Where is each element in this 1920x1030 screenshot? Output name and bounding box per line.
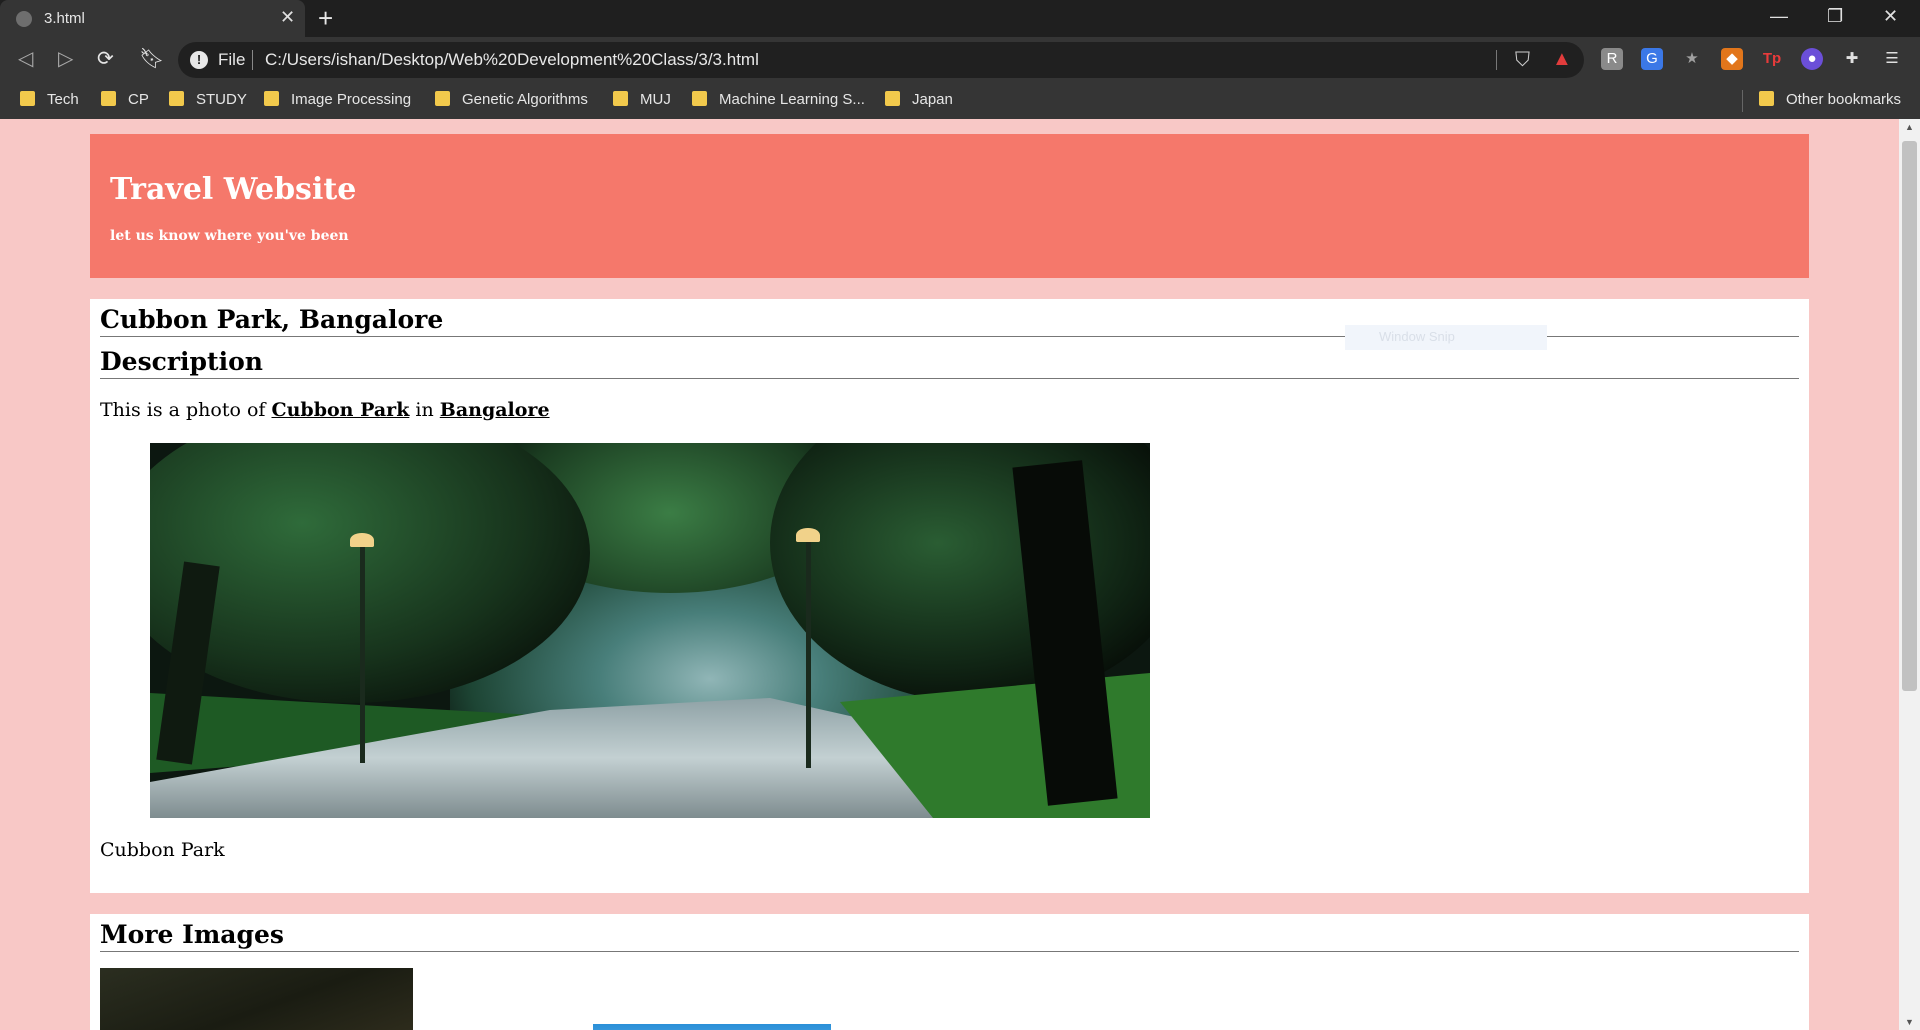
- more-images-card: More Images: [90, 914, 1809, 1030]
- tab-strip: 3.html ✕ + — ❐ ✕: [0, 0, 1920, 37]
- bookmark-folder[interactable]: Japan: [885, 91, 953, 108]
- folder-icon: [264, 91, 279, 106]
- park-photo: [150, 443, 1150, 818]
- tab-active[interactable]: 3.html ✕: [0, 0, 305, 37]
- extension-icon[interactable]: ●: [1801, 48, 1823, 70]
- snip-overlay: Window Snip: [1345, 325, 1547, 350]
- scroll-down-icon[interactable]: ▼: [1905, 1017, 1914, 1027]
- new-tab-icon[interactable]: +: [318, 3, 333, 34]
- gallery-image: [593, 1024, 831, 1030]
- photo-caption: Cubbon Park: [100, 839, 225, 861]
- bookmarks-bar: Tech CP STUDY Image Processing Genetic A…: [0, 82, 1920, 119]
- bangalore-link[interactable]: Bangalore: [440, 399, 550, 421]
- cubbon-park-link[interactable]: Cubbon Park: [271, 399, 409, 421]
- reload-icon[interactable]: ⟳: [97, 46, 114, 71]
- bookmark-folder[interactable]: Tech: [20, 91, 79, 108]
- scrollbar[interactable]: ▲ ▼: [1899, 119, 1920, 1030]
- bookmark-folder[interactable]: Machine Learning S...: [692, 91, 865, 108]
- folder-icon: [169, 91, 184, 106]
- scroll-up-icon[interactable]: ▲: [1905, 122, 1914, 132]
- description-text: This is a photo of Cubbon Park in Bangal…: [100, 399, 550, 421]
- bookmark-folder[interactable]: Image Processing: [264, 91, 411, 108]
- minimize-icon[interactable]: —: [1770, 6, 1788, 27]
- back-icon[interactable]: ◁: [18, 46, 33, 71]
- restore-icon[interactable]: ❐: [1827, 6, 1843, 27]
- bookmark-folder[interactable]: MUJ: [613, 91, 671, 108]
- scrollbar-thumb[interactable]: [1902, 141, 1917, 691]
- brave-rewards-icon[interactable]: ▲: [1552, 48, 1572, 71]
- bookmark-icon[interactable]: 🔖︎: [139, 46, 164, 71]
- gallery-image: [100, 968, 413, 1030]
- translate-icon[interactable]: G: [1641, 48, 1663, 70]
- close-window-icon[interactable]: ✕: [1883, 6, 1898, 27]
- address-scheme: File: [218, 50, 246, 69]
- extension-icon[interactable]: R: [1601, 48, 1623, 70]
- tp-extension-icon[interactable]: Tp: [1761, 48, 1783, 70]
- menu-icon[interactable]: ☰: [1881, 48, 1903, 70]
- divider: [1742, 90, 1743, 112]
- puzzle-icon[interactable]: ✚: [1841, 48, 1863, 70]
- more-images-heading: More Images: [100, 914, 1799, 952]
- place-card: Cubbon Park, Bangalore Description Windo…: [90, 299, 1809, 893]
- star-icon[interactable]: ★: [1681, 48, 1703, 70]
- folder-icon: [1759, 91, 1774, 106]
- other-bookmarks[interactable]: Other bookmarks: [1759, 91, 1901, 108]
- bookmark-folder[interactable]: Genetic Algorithms: [435, 91, 588, 108]
- divider: [252, 50, 253, 70]
- info-icon[interactable]: !: [190, 51, 208, 69]
- site-tagline: let us know where you've been: [110, 228, 349, 244]
- globe-icon: [16, 11, 32, 27]
- divider: [1496, 50, 1497, 70]
- folder-icon: [692, 91, 707, 106]
- metamask-icon[interactable]: ◆: [1721, 48, 1743, 70]
- folder-icon: [613, 91, 628, 106]
- site-title: Travel Website: [110, 172, 357, 207]
- folder-icon: [20, 91, 35, 106]
- site-banner: Travel Website let us know where you've …: [90, 134, 1809, 278]
- folder-icon: [101, 91, 116, 106]
- close-tab-icon[interactable]: ✕: [280, 7, 295, 28]
- bookmark-folder[interactable]: CP: [101, 91, 149, 108]
- address-bar[interactable]: ! File C:/Users/ishan/Desktop/Web%20Deve…: [178, 42, 1584, 78]
- page-viewport: Travel Website let us know where you've …: [0, 119, 1899, 1030]
- forward-icon[interactable]: ▷: [58, 46, 73, 71]
- tab-title: 3.html: [44, 10, 85, 27]
- folder-icon: [435, 91, 450, 106]
- brave-shields-icon[interactable]: ⛉: [1515, 49, 1530, 72]
- folder-icon: [885, 91, 900, 106]
- bookmark-folder[interactable]: STUDY: [169, 91, 247, 108]
- address-url[interactable]: C:/Users/ishan/Desktop/Web%20Development…: [265, 50, 759, 70]
- toolbar: ◁ ▷ ⟳ 🔖︎ ! File C:/Users/ishan/Desktop/W…: [0, 37, 1920, 82]
